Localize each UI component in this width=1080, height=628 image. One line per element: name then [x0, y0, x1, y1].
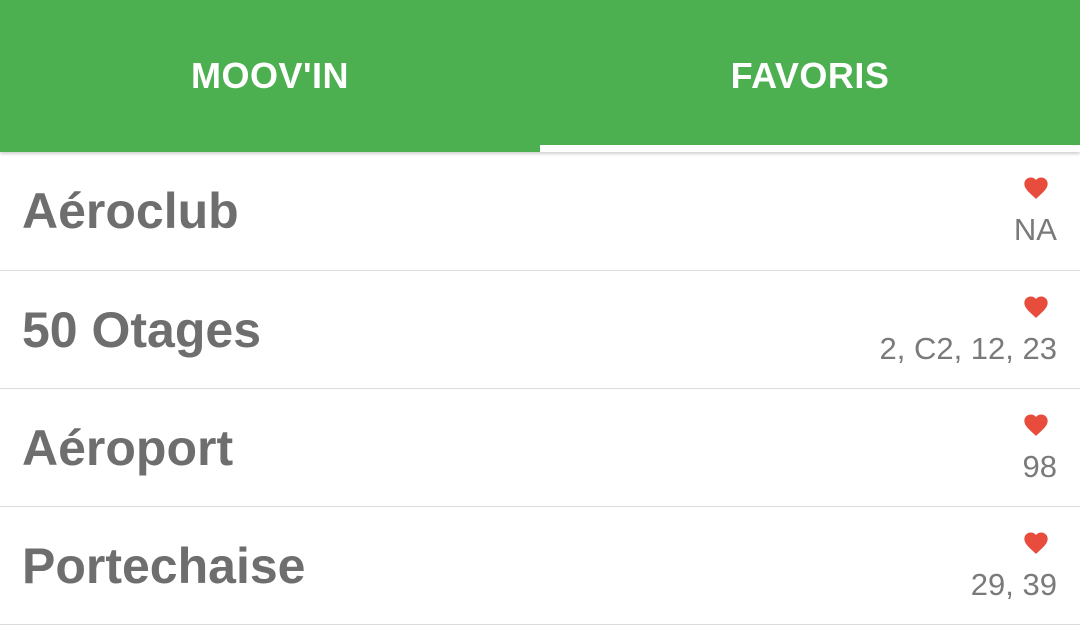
tab-moovin[interactable]: MOOV'IN	[0, 0, 540, 152]
stop-name: Aéroclub	[22, 183, 239, 239]
bus-lines: 2, C2, 12, 23	[879, 331, 1057, 366]
tab-favoris[interactable]: FAVORIS	[540, 0, 1080, 152]
tab-moovin-label: MOOV'IN	[190, 55, 350, 96]
bus-lines: NA	[1013, 212, 1057, 247]
bus-lines: 98	[1022, 449, 1057, 484]
list-item[interactable]: Aéroport 98	[0, 389, 1080, 507]
stop-name: 50 Otages	[22, 301, 262, 358]
heart-icon[interactable]	[1022, 293, 1050, 321]
tab-indicator	[540, 145, 1080, 152]
bus-lines: 29, 39	[970, 567, 1057, 602]
stop-name: Portechaise	[22, 537, 306, 594]
list-item[interactable]: Aéroclub NA	[0, 152, 1080, 271]
heart-icon[interactable]	[1022, 411, 1050, 439]
list-item[interactable]: Portechaise 29, 39	[0, 507, 1080, 625]
list-item[interactable]: 50 Otages 2, C2, 12, 23	[0, 271, 1080, 389]
tab-favoris-label: FAVORIS	[730, 55, 890, 96]
heart-icon[interactable]	[1022, 174, 1050, 202]
tab-bar: MOOV'IN FAVORIS	[0, 0, 1080, 152]
heart-icon[interactable]	[1022, 529, 1050, 557]
favorites-list: Aéroclub NA 50 Otages 2, C2, 12, 23 Aéro…	[0, 152, 1080, 625]
stop-name: Aéroport	[22, 419, 234, 476]
